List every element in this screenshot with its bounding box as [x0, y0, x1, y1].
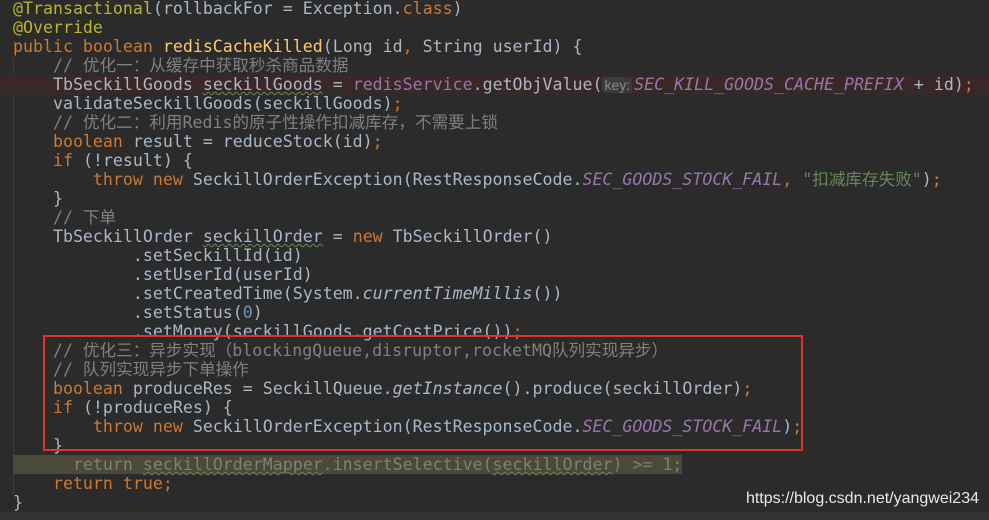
code-token: ) >= 1;: [612, 455, 683, 474]
code-line[interactable]: .setSeckillId(id): [0, 246, 989, 265]
code-token: ): [252, 303, 263, 322]
code-token: return: [13, 455, 143, 474]
code-line[interactable]: // 下单: [0, 208, 989, 227]
code-token: ,: [782, 170, 803, 189]
code-text: public boolean redisCacheKilled(Long id,…: [13, 37, 583, 56]
code-text: }: [13, 493, 23, 512]
code-line[interactable]: TbSeckillOrder seckillOrder = new TbSeck…: [0, 227, 989, 246]
code-line[interactable]: .setUserId(userId): [0, 265, 989, 284]
code-text: TbSeckillOrder seckillOrder = new TbSeck…: [13, 227, 553, 246]
code-text: return seckillOrderMapper.insertSelectiv…: [13, 455, 683, 474]
code-line[interactable]: // 优化二：利用Redis的原子性操作扣减库存，不需要上锁: [0, 113, 989, 132]
code-token: (!result) {: [82, 151, 193, 170]
code-text: }: [13, 189, 63, 208]
code-token: + id): [903, 75, 964, 94]
code-token: =: [322, 227, 353, 246]
code-token: SEC_KILL_GOODS_CACHE_PREFIX: [634, 75, 904, 94]
code-text: @Transactional(rollbackFor = Exception.c…: [13, 0, 463, 18]
code-token: if: [13, 151, 83, 170]
code-line[interactable]: @Override: [0, 18, 989, 37]
code-text: validateSeckillGoods(seckillGoods);: [13, 94, 403, 113]
code-token: 0: [242, 303, 253, 322]
code-text: @Override: [13, 18, 103, 37]
code-text: TbSeckillGoods seckillGoods = redisServi…: [13, 75, 974, 95]
code-token: "扣减库存失败": [802, 170, 922, 189]
code-token: .setUserId(userId): [13, 265, 313, 284]
code-token: ): [452, 0, 463, 18]
code-text: return true;: [13, 474, 173, 493]
code-token: boolean: [13, 132, 133, 151]
code-token: (rollbackFor = Exception.: [152, 0, 403, 18]
code-token: (Long id: [322, 37, 403, 56]
code-text: // 下单: [13, 208, 116, 227]
code-line[interactable]: throw new SeckillOrderException(RestResp…: [0, 170, 989, 189]
parameter-hint: key:: [602, 77, 633, 93]
code-token: ,: [402, 37, 423, 56]
code-token: seckillOrder: [492, 455, 613, 474]
code-token: ;: [372, 132, 383, 151]
highlight-box: [43, 335, 803, 451]
code-token: ;: [392, 94, 403, 113]
code-token: seckillGoods: [202, 75, 323, 94]
code-token: }: [13, 493, 23, 512]
code-line[interactable]: return seckillOrderMapper.insertSelectiv…: [0, 455, 989, 474]
code-token: public boolean: [13, 37, 163, 56]
code-token: SeckillOrderException(RestResponseCode.: [192, 170, 583, 189]
code-token: ;: [963, 75, 974, 94]
code-token: TbSeckillOrder(): [392, 227, 553, 246]
code-token: redisService: [352, 75, 473, 94]
code-text: boolean result = reduceStock(id);: [13, 132, 383, 151]
code-token: TbSeckillGoods: [13, 75, 203, 94]
code-token: ;: [931, 170, 942, 189]
code-text: throw new SeckillOrderException(RestResp…: [13, 170, 942, 189]
watermark: https://blog.csdn.net/yangwei234: [745, 490, 979, 507]
code-token: ): [921, 170, 932, 189]
code-line[interactable]: if (!result) {: [0, 151, 989, 170]
code-text: .setStatus(0): [13, 303, 263, 322]
code-token: // 优化二：利用Redis的原子性操作扣减库存，不需要上锁: [13, 113, 498, 132]
code-token: }: [13, 189, 63, 208]
bottom-strip: [0, 512, 989, 520]
code-line[interactable]: public boolean redisCacheKilled(Long id,…: [0, 37, 989, 56]
code-token: redisCacheKilled: [162, 37, 323, 56]
code-token: .setStatus(: [13, 303, 243, 322]
code-line[interactable]: .setStatus(0): [0, 303, 989, 322]
code-line[interactable]: }: [0, 189, 989, 208]
code-token: // 优化一：从缓存中获取秒杀商品数据: [13, 56, 349, 75]
code-text: .setUserId(userId): [13, 265, 313, 284]
code-token: @Override: [13, 18, 103, 37]
code-token: =: [322, 75, 353, 94]
code-token: validateSeckillGoods(seckillGoods): [13, 94, 393, 113]
code-line[interactable]: boolean result = reduceStock(id);: [0, 132, 989, 151]
code-text: .setSeckillId(id): [13, 246, 303, 265]
code-text: if (!result) {: [13, 151, 193, 170]
code-token: seckillOrderMapper: [142, 455, 323, 474]
code-text: // 优化一：从缓存中获取秒杀商品数据: [13, 56, 348, 75]
code-token: TbSeckillOrder: [13, 227, 203, 246]
code-token: new: [352, 227, 393, 246]
code-line[interactable]: @Transactional(rollbackFor = Exception.c…: [0, 0, 989, 18]
code-token: SEC_GOODS_STOCK_FAIL: [582, 170, 783, 189]
code-line[interactable]: validateSeckillGoods(seckillGoods);: [0, 94, 989, 113]
code-token: result = reduceStock(id): [132, 132, 373, 151]
code-token: ()): [532, 284, 563, 303]
code-editor[interactable]: @Transactional(rollbackFor = Exception.c…: [0, 0, 989, 512]
code-text: // 优化二：利用Redis的原子性操作扣减库存，不需要上锁: [13, 113, 498, 132]
code-token: currentTimeMillis: [362, 284, 533, 303]
code-token: String userId) {: [422, 37, 583, 56]
code-token: throw new: [13, 170, 193, 189]
code-token: .insertSelective(: [322, 455, 493, 474]
code-token: .setCreatedTime(System.: [13, 284, 363, 303]
code-token: .setSeckillId(id): [13, 246, 303, 265]
code-token: .getObjValue(: [472, 75, 603, 94]
code-token: return true;: [13, 474, 173, 493]
code-token: @Transactional: [13, 0, 153, 18]
code-line[interactable]: // 优化一：从缓存中获取秒杀商品数据: [0, 56, 989, 75]
code-text: .setCreatedTime(System.currentTimeMillis…: [13, 284, 563, 303]
code-line[interactable]: TbSeckillGoods seckillGoods = redisServi…: [0, 75, 989, 94]
code-line[interactable]: .setCreatedTime(System.currentTimeMillis…: [0, 284, 989, 303]
code-token: // 下单: [13, 208, 117, 227]
code-token: class: [402, 0, 453, 18]
code-token: seckillOrder: [202, 227, 323, 246]
